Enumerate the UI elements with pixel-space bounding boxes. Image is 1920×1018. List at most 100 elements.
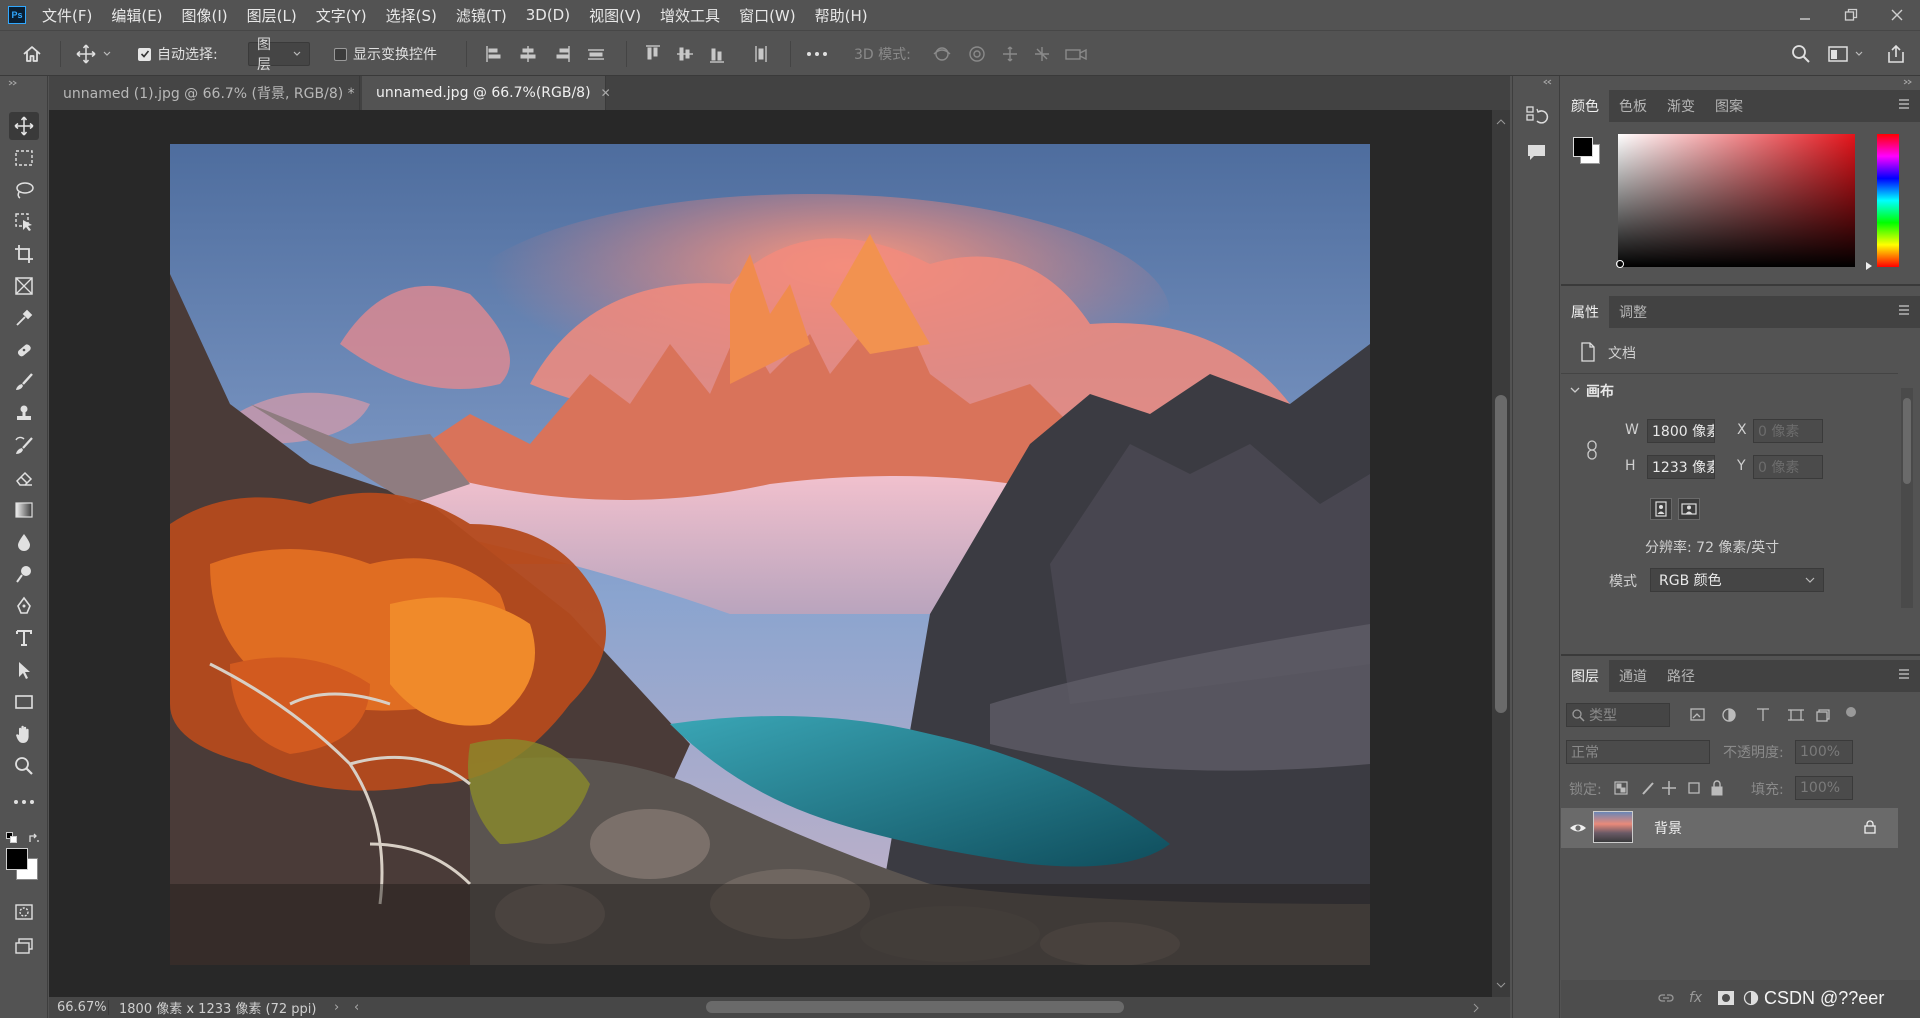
pen-tool[interactable]: [9, 592, 39, 620]
fx-icon[interactable]: fx: [1689, 990, 1702, 1006]
layer-name[interactable]: 背景: [1654, 818, 1682, 838]
brush-tool[interactable]: [9, 368, 39, 396]
adjustment-layer-icon[interactable]: [1743, 990, 1759, 1006]
menu-window[interactable]: 窗口(W): [739, 5, 796, 26]
scroll-up-icon[interactable]: [1496, 118, 1506, 126]
layer-row[interactable]: 背景: [1561, 808, 1898, 848]
move-tool[interactable]: [9, 112, 39, 140]
tab-channels[interactable]: 通道: [1609, 660, 1657, 692]
zoom-level[interactable]: 66.67%: [49, 1000, 109, 1015]
link-icon[interactable]: [1586, 440, 1598, 460]
y-field[interactable]: 0 像素: [1753, 455, 1823, 479]
menu-file[interactable]: 文件(F): [42, 5, 92, 26]
menu-3d[interactable]: 3D(D): [526, 6, 570, 24]
healing-brush-tool[interactable]: [9, 336, 39, 364]
layer-filter-dropdown[interactable]: 类型: [1566, 703, 1670, 727]
tab-swatches[interactable]: 色板: [1609, 90, 1657, 122]
gradient-tool[interactable]: [9, 496, 39, 524]
scroll-right-icon[interactable]: [1472, 1003, 1480, 1013]
scroll-left-icon[interactable]: ‹: [354, 1000, 374, 1015]
properties-scrollbar-thumb[interactable]: [1903, 398, 1911, 484]
panel-menu-icon[interactable]: [1898, 304, 1912, 316]
menu-edit[interactable]: 编辑(E): [111, 5, 162, 26]
search-button[interactable]: [1791, 31, 1811, 77]
share-button[interactable]: [1886, 31, 1906, 77]
marquee-tool[interactable]: [9, 144, 39, 172]
foreground-color-swatch[interactable]: [6, 848, 28, 870]
auto-select-target-dropdown[interactable]: 图层: [248, 37, 310, 73]
close-window-button[interactable]: [1874, 0, 1920, 30]
menu-plugins[interactable]: 增效工具: [660, 5, 720, 26]
tab-layers[interactable]: 图层: [1561, 660, 1609, 692]
menu-image[interactable]: 图像(I): [182, 5, 228, 26]
history-panel-button[interactable]: [1525, 104, 1549, 128]
move-tool-preset-button[interactable]: [76, 31, 112, 77]
rectangle-tool[interactable]: [9, 688, 39, 716]
show-transform-checkbox[interactable]: [334, 47, 347, 61]
color-picker-cursor[interactable]: [1616, 260, 1624, 268]
panel-foreground-swatch[interactable]: [1573, 137, 1593, 157]
more-options-button[interactable]: [806, 31, 828, 77]
tab-unnamed[interactable]: unnamed.jpg @ 66.7%(RGB/8) ✕: [362, 76, 611, 110]
edit-toolbar-button[interactable]: [9, 788, 39, 816]
tab-patterns[interactable]: 图案: [1705, 90, 1753, 122]
layer-filter-icons[interactable]: [1689, 706, 1859, 724]
object-selection-tool[interactable]: [9, 208, 39, 236]
horizontal-scrollbar-thumb[interactable]: [706, 1001, 1124, 1013]
screen-mode-button[interactable]: [9, 932, 39, 960]
panel-menu-icon[interactable]: [1898, 98, 1912, 110]
tab-paths[interactable]: 路径: [1657, 660, 1705, 692]
crop-tool[interactable]: [9, 240, 39, 268]
lasso-tool[interactable]: [9, 176, 39, 204]
tab-gradients[interactable]: 渐变: [1657, 90, 1705, 122]
menu-select[interactable]: 选择(S): [386, 5, 437, 26]
comments-panel-button[interactable]: [1525, 142, 1549, 164]
status-menu-arrow[interactable]: ›: [334, 1000, 354, 1015]
tab-unnamed-1[interactable]: unnamed (1).jpg @ 66.7% (背景, RGB/8) * ✕: [49, 76, 375, 110]
menu-type[interactable]: 文字(Y): [316, 5, 367, 26]
portrait-orientation-button[interactable]: [1650, 498, 1672, 520]
hue-slider[interactable]: [1877, 134, 1899, 267]
frame-tool[interactable]: [9, 272, 39, 300]
path-selection-tool[interactable]: [9, 656, 39, 684]
type-tool[interactable]: [9, 624, 39, 652]
tab-color[interactable]: 颜色: [1561, 90, 1609, 122]
fill-field[interactable]: 100%: [1795, 776, 1853, 800]
height-field[interactable]: 1233 像素: [1647, 455, 1715, 479]
width-field[interactable]: 1800 像素: [1647, 419, 1715, 443]
restore-button[interactable]: [1828, 0, 1874, 30]
tab-properties[interactable]: 属性: [1561, 296, 1609, 328]
eye-icon[interactable]: [1569, 821, 1587, 835]
link-layers-icon[interactable]: [1657, 992, 1675, 1004]
tab-adjustments[interactable]: 调整: [1609, 296, 1657, 328]
eraser-tool[interactable]: [9, 464, 39, 492]
menu-help[interactable]: 帮助(H): [815, 5, 868, 26]
landscape-orientation-button[interactable]: [1678, 498, 1700, 520]
swap-colors-icon[interactable]: [28, 832, 40, 844]
close-tab-icon[interactable]: ✕: [601, 86, 611, 100]
quick-mask-button[interactable]: [9, 898, 39, 926]
menu-view[interactable]: 视图(V): [589, 5, 641, 26]
opacity-field[interactable]: 100%: [1795, 740, 1853, 764]
collapse-arrows-icon[interactable]: [1903, 79, 1913, 85]
zoom-tool[interactable]: [9, 752, 39, 780]
default-colors-icon[interactable]: [6, 832, 18, 844]
home-button[interactable]: [22, 31, 42, 77]
expand-arrows-icon[interactable]: [1543, 79, 1553, 85]
menu-filter[interactable]: 滤镜(T): [456, 5, 507, 26]
chevron-down-icon[interactable]: [1570, 386, 1580, 394]
clone-stamp-tool[interactable]: [9, 400, 39, 428]
hand-tool[interactable]: [9, 720, 39, 748]
scroll-down-icon[interactable]: [1496, 981, 1506, 989]
vertical-scrollbar-thumb[interactable]: [1495, 395, 1507, 713]
menu-layer[interactable]: 图层(L): [247, 5, 297, 26]
canvas-area[interactable]: [49, 110, 1492, 997]
auto-select-checkbox[interactable]: [138, 47, 151, 61]
x-field[interactable]: 0 像素: [1753, 419, 1823, 443]
workspace-button[interactable]: [1828, 31, 1864, 77]
lock-options-icons[interactable]: [1613, 779, 1733, 797]
minimize-button[interactable]: [1782, 0, 1828, 30]
mode-dropdown[interactable]: RGB 颜色: [1650, 568, 1824, 592]
panel-menu-icon[interactable]: [1898, 668, 1912, 680]
history-brush-tool[interactable]: [9, 432, 39, 460]
